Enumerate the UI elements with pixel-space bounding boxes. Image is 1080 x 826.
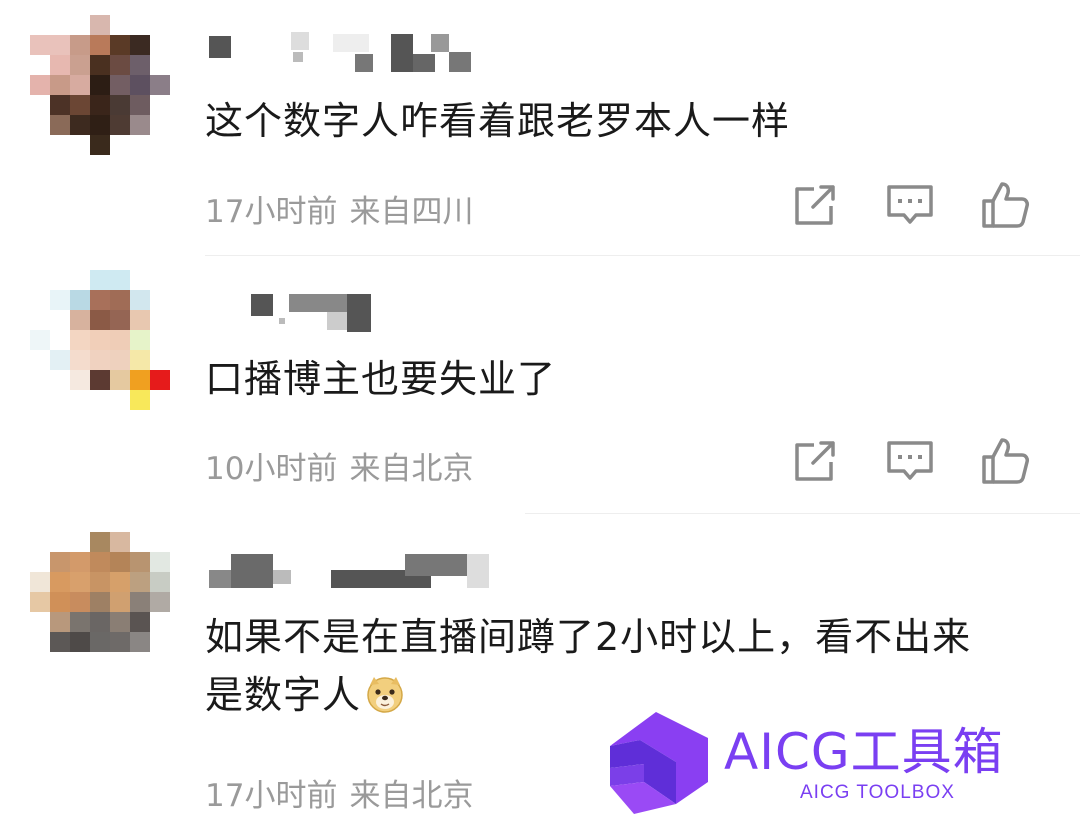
comment-icon[interactable] [885, 436, 935, 486]
comment-location: 来自北京 [349, 451, 474, 487]
avatar[interactable] [30, 532, 170, 672]
username-pixelated[interactable] [205, 30, 505, 74]
watermark-title: AICG工具箱 [724, 723, 1004, 781]
watermark-subtitle: AICG TOOLBOX [800, 782, 955, 803]
comment-time: 10小时前 [205, 451, 338, 487]
comment-time: 17小时前 [205, 778, 338, 814]
aicg-toolbox-watermark: AICG工具箱 AICG TOOLBOX [604, 704, 1064, 819]
share-icon[interactable] [790, 436, 840, 486]
comment-actions [790, 436, 1040, 486]
comment-text-line2-label: 是数字人 [205, 673, 362, 717]
comment-text-line2: 是数字人 [205, 668, 405, 722]
username-pixelated[interactable] [205, 290, 505, 334]
comment-text-line1: 如果不是在直播间蹲了2小时以上，看不出来 [205, 615, 972, 659]
comment-location: 来自北京 [349, 778, 474, 814]
comment-item: 这个数字人咋看着跟老罗本人一样 17小时前 来自四川 [0, 0, 1080, 256]
comment-meta: 10小时前 来自北京 [205, 443, 473, 488]
avatar[interactable] [30, 270, 170, 410]
thumbs-up-icon[interactable] [980, 436, 1030, 486]
comment-icon[interactable] [885, 180, 935, 230]
comment-text: 口播博主也要失业了 [205, 357, 557, 401]
aicg-logo-icon [610, 712, 708, 814]
username-pixelated[interactable] [205, 550, 505, 594]
avatar[interactable] [30, 15, 170, 155]
comment-item: 口播博主也要失业了 10小时前 来自北京 [0, 256, 1080, 514]
comment-location: 来自四川 [349, 194, 474, 230]
thumbs-up-icon[interactable] [980, 180, 1030, 230]
doge-emoji-icon [365, 674, 405, 714]
comment-actions [790, 180, 1040, 230]
comment-meta: 17小时前 来自四川 [205, 186, 473, 231]
comment-text: 这个数字人咋看着跟老罗本人一样 [205, 99, 791, 143]
comment-time: 17小时前 [205, 194, 338, 230]
comment-meta: 17小时前 来自北京 [205, 770, 473, 815]
share-icon[interactable] [790, 180, 840, 230]
